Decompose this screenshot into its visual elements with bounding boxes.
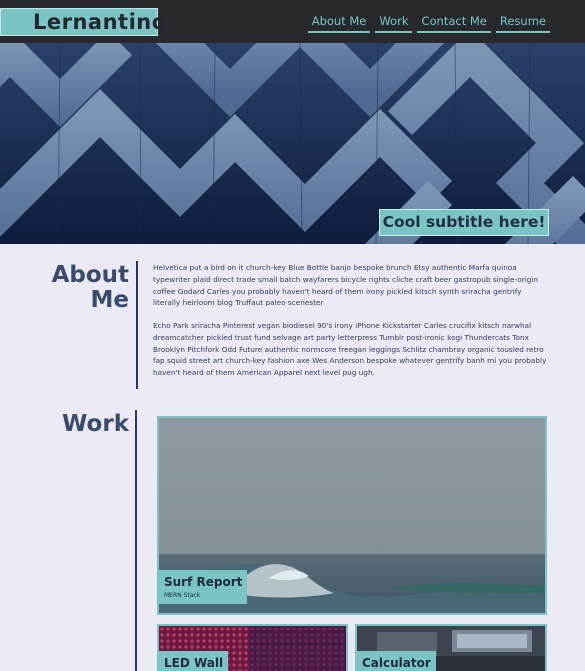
about-divider [136,261,138,389]
project-card-led-wall[interactable]: LED Wall [157,624,348,671]
about-heading: About Me [40,263,129,313]
about-heading-line2: Me [90,287,130,313]
surf-report-title: Surf Report [164,575,243,589]
nav-link-work[interactable]: Work [375,14,413,33]
about-paragraph-1: Helvetica put a bird on it church-key Bl… [153,263,539,308]
work-divider [135,410,137,671]
led-wall-label: LED Wall [159,651,229,671]
site-logo[interactable]: Lernantino [0,8,166,36]
about-heading-line1: About [51,262,129,288]
nav-link-contact-me[interactable]: Contact Me [417,14,491,33]
top-nav-bar: Lernantino About Me Work Contact Me Resu… [0,0,585,43]
main-nav: About Me Work Contact Me Resume [307,14,550,33]
nav-link-resume[interactable]: Resume [495,14,550,33]
nav-link-about-me[interactable]: About Me [307,14,371,33]
about-paragraph-2: Echo Park sriracha Pinterest vegan biodi… [153,321,547,378]
hero-subtitle: Cool subtitle here! [379,209,549,236]
calculator-title: Calculator [362,656,431,670]
calculator-label: Calculator [357,651,436,671]
project-card-surf-report[interactable]: Surf Report MERN Stack [157,416,547,615]
work-heading: Work [62,411,129,437]
surf-report-subtitle: MERN Stack [164,592,201,599]
surf-report-label: Surf Report MERN Stack [159,570,248,604]
led-wall-title: LED Wall [164,656,224,670]
project-card-calculator[interactable]: Calculator [355,624,547,671]
